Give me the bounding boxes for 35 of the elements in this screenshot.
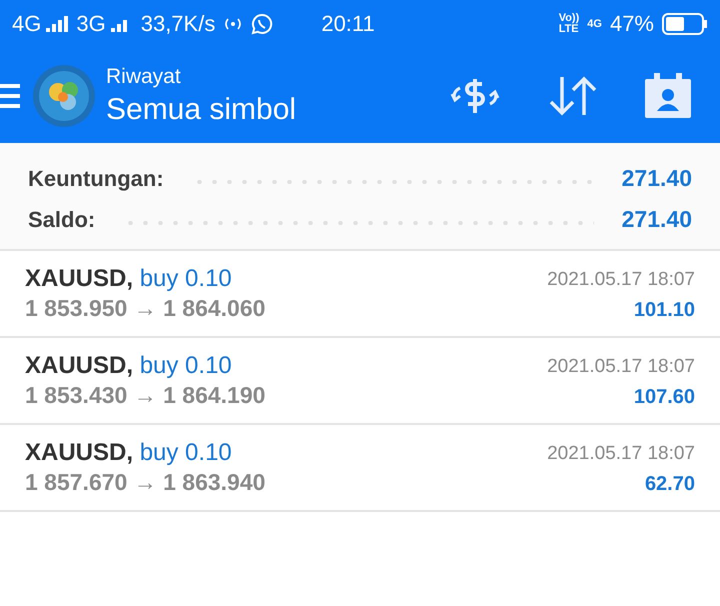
deal-row[interactable]: XAUUSD, buy 0.10 1 853.430 → 1 864.190 2021.05.17 18:07 107.60 [0,338,720,425]
calendar-contact-icon[interactable] [644,72,692,118]
deal-prices: 1 853.950 → 1 864.060 [25,295,266,322]
battery-icon [662,13,708,35]
deal-title: XAUUSD, buy 0.10 [25,439,233,467]
network-label: 4G [587,18,602,30]
screen-subtitle: Riwayat [106,64,182,88]
deal-profit: 107.60 [634,386,695,409]
network-label: 3G [76,11,106,37]
network-label: 4G [12,11,42,37]
sort-icon[interactable] [548,74,598,116]
battery-percent: 47% [610,11,654,37]
deal-row[interactable]: XAUUSD, buy 0.10 1 857.670 → 1 863.940 2021.05.17 18:07 62.70 [0,425,720,512]
deal-time: 2021.05.17 18:07 [547,443,695,465]
deal-time: 2021.05.17 18:07 [547,269,695,291]
volte-label: LTE [558,24,580,35]
deal-profit: 101.10 [634,299,695,322]
network-speed: 33,7K/s [140,11,216,37]
deal-profit: 62.70 [644,473,695,496]
summary-label: Saldo: [28,206,96,232]
deal-title: XAUUSD, buy 0.10 [25,265,233,293]
clock: 20:11 [321,11,375,37]
deal-prices: 1 857.670 → 1 863.940 [25,469,266,496]
volte-label: Vo)) [558,13,580,24]
deal-prices: 1 853.430 → 1 864.190 [25,382,266,409]
summary-value: 271.40 [622,165,692,192]
app-logo-icon [32,64,96,128]
summary-value: 271.40 [622,206,692,233]
deal-row[interactable]: XAUUSD, buy 0.10 1 853.950 → 1 864.060 2021.05.17 18:07 101.10 [0,251,720,338]
chat-icon [251,13,274,35]
deal-time: 2021.05.17 18:07 [547,356,695,378]
signal-icon [46,16,68,32]
screen-title: Semua simbol [106,92,296,126]
deal-title: XAUUSD, buy 0.10 [25,352,233,380]
summary-label: Keuntungan: [28,166,164,192]
